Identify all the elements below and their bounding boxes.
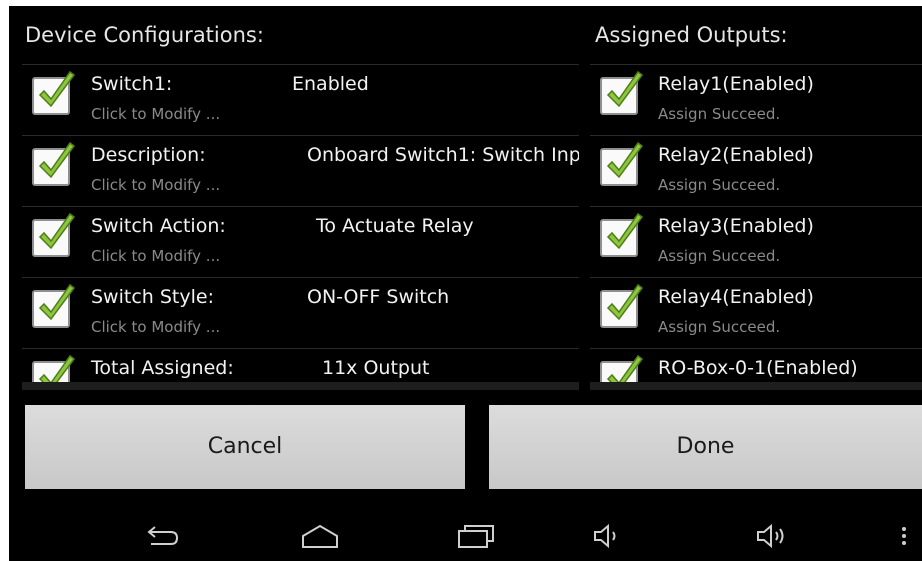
checkbox[interactable]: [32, 283, 76, 328]
checkmark-icon: [606, 283, 644, 321]
output-label: Relay3(Enabled): [658, 215, 814, 237]
volume-down-icon[interactable]: [590, 519, 630, 553]
home-icon[interactable]: [300, 519, 340, 553]
checkbox[interactable]: [32, 141, 76, 186]
config-row-switch1[interactable]: Switch1: Enabled Click to Modify ...: [22, 64, 579, 135]
assigned-outputs-header: Assigned Outputs:: [595, 23, 788, 47]
config-label: Total Assigned:: [91, 357, 234, 379]
output-label: Relay4(Enabled): [658, 286, 814, 308]
checkbox[interactable]: [32, 70, 76, 115]
done-button[interactable]: Done: [489, 405, 922, 489]
assign-status: Assign Succeed.: [658, 105, 781, 123]
checkmark-icon: [38, 70, 76, 108]
device-configurations-header: Device Configurations:: [25, 23, 264, 47]
config-row-switch-style[interactable]: Switch Style: ON-OFF Switch Click to Mod…: [22, 277, 579, 348]
output-label: Relay2(Enabled): [658, 144, 814, 166]
recents-icon[interactable]: [455, 519, 495, 553]
checkmark-icon: [38, 283, 76, 321]
volume-up-icon[interactable]: [753, 519, 793, 553]
click-to-modify-hint: Click to Modify ...: [91, 105, 221, 123]
back-icon[interactable]: [143, 519, 183, 553]
click-to-modify-hint: Click to Modify ...: [91, 318, 221, 336]
cancel-button[interactable]: Cancel: [25, 405, 465, 489]
assign-status: Assign Succeed.: [658, 247, 781, 265]
config-value: 11x Output: [322, 357, 430, 379]
checkmark-icon: [38, 212, 76, 250]
config-row-switch-action[interactable]: Switch Action: To Actuate Relay Click to…: [22, 206, 579, 277]
checkbox[interactable]: [32, 212, 76, 257]
output-label: Relay1(Enabled): [658, 73, 814, 95]
checkmark-icon: [606, 70, 644, 108]
assign-status: Assign Succeed.: [658, 318, 781, 336]
overflow-menu-icon[interactable]: [894, 519, 914, 553]
system-navigation-bar: [9, 511, 922, 561]
checkbox[interactable]: [600, 70, 644, 115]
config-label: Switch Style:: [91, 286, 214, 308]
output-label: RO-Box-0-1(Enabled): [658, 357, 858, 379]
click-to-modify-hint: Click to Modify ...: [91, 247, 221, 265]
checkbox[interactable]: [600, 212, 644, 257]
checkmark-icon: [606, 141, 644, 179]
config-value: Enabled: [292, 73, 369, 95]
output-row-relay1[interactable]: Relay1(Enabled) Assign Succeed.: [590, 64, 922, 135]
device-configurations-list[interactable]: Switch1: Enabled Click to Modify ... Des…: [22, 64, 579, 390]
config-value: To Actuate Relay: [316, 215, 474, 237]
config-label: Switch Action:: [91, 215, 226, 237]
config-label: Description:: [91, 144, 206, 166]
list-divider: [590, 382, 922, 390]
config-row-description[interactable]: Description: Onboard Switch1: Switch Inp…: [22, 135, 579, 206]
click-to-modify-hint: Click to Modify ...: [91, 176, 221, 194]
checkbox[interactable]: [600, 283, 644, 328]
assign-status: Assign Succeed.: [658, 176, 781, 194]
device-configuration-screen: Device Configurations: Switch1: Enabled …: [9, 6, 922, 561]
output-row-relay2[interactable]: Relay2(Enabled) Assign Succeed.: [590, 135, 922, 206]
config-value: ON-OFF Switch: [307, 286, 450, 308]
checkbox[interactable]: [600, 141, 644, 186]
output-row-relay3[interactable]: Relay3(Enabled) Assign Succeed.: [590, 206, 922, 277]
config-value: Onboard Switch1: Switch Inp: [307, 144, 579, 166]
list-divider: [22, 382, 579, 390]
output-row-relay4[interactable]: Relay4(Enabled) Assign Succeed.: [590, 277, 922, 348]
checkmark-icon: [606, 212, 644, 250]
checkmark-icon: [38, 141, 76, 179]
assigned-outputs-list[interactable]: Relay1(Enabled) Assign Succeed. Relay2(E…: [590, 64, 922, 390]
config-label: Switch1:: [91, 73, 173, 95]
